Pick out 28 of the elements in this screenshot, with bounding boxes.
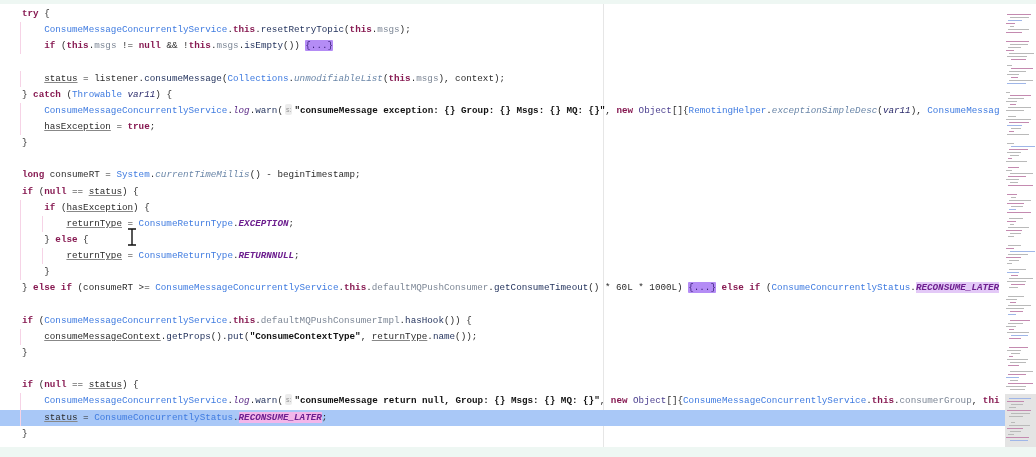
- code-text: ConsumeMessageConcurrentlyService.log.warn(: [43, 104, 283, 116]
- code-line: try {: [21, 7, 51, 21]
- code-line: } catch (Throwable var11) {: [21, 87, 173, 102]
- code-text: } else if (consumeRT >= ConsumeMessageConcurrentlyService.this.defaultMQPushConsumer.getConsumeTimeout() * 60L * 1000L): [22, 282, 684, 294]
- code-line: }: [21, 426, 29, 441]
- code-line: }: [21, 345, 29, 360]
- code-line: if (null == status) {: [21, 184, 140, 199]
- code-line: returnType = ConsumeReturnType.EXCEPTION;: [0, 215, 1005, 232]
- code-line: status = listener.consumeMessage(Collections.unmodifiableList(this.msgs), context);: [0, 70, 1005, 87]
- code-text: ConsumeMessageConcurrentlyService.log.warn(: [43, 395, 283, 407]
- code-text: if (this.msgs != null && !this.msgs.isEmpty()): [43, 40, 301, 52]
- code-line: long consumeRT = System.currentTimeMillis() - beginTimestamp;: [21, 168, 362, 183]
- code-line: } else {: [0, 231, 1005, 249]
- code-text: else if (ConsumeConcurrentlyStatus.RECONSUME_LATER: [720, 282, 1000, 294]
- text-cursor-icon: [127, 228, 137, 246]
- fold-marker[interactable]: {...}: [305, 40, 334, 52]
- code-line: consumeMessageContext.getProps().put("ConsumeContextType", returnType.name());: [0, 328, 1005, 345]
- code-line: ConsumeMessageConcurrentlyService.this.resetRetryTopic(this.msgs);: [0, 22, 1005, 39]
- code-line: if (hasException) {: [0, 199, 1005, 216]
- code-line: if (null == status) {: [21, 378, 140, 393]
- fold-marker[interactable]: {...}: [688, 282, 716, 294]
- code-line: }: [21, 136, 29, 151]
- code-text: "consumeMessage exception: {} Group: {} Msgs: {} MQ: {}", new Object[]{RemotingHelper.exceptionSimpleDesc(var11), ConsumeMessag: [294, 104, 1000, 116]
- code-line: hasException = true;: [0, 119, 1005, 136]
- code-line: returnType = ConsumeReturnType.RETURNNULL;: [0, 248, 1005, 265]
- code-line: }: [0, 264, 1005, 281]
- code-line: if (ConsumeMessageConcurrentlyService.this.defaultMQPushConsumerImpl.hasHook()) {: [21, 313, 473, 328]
- code-text: "consumeMessage return null, Group: {} Msgs: {} MQ: {}", new Object[]{ConsumeMessageConcurrentlyService.this.consumerGroup, thi: [294, 395, 1000, 407]
